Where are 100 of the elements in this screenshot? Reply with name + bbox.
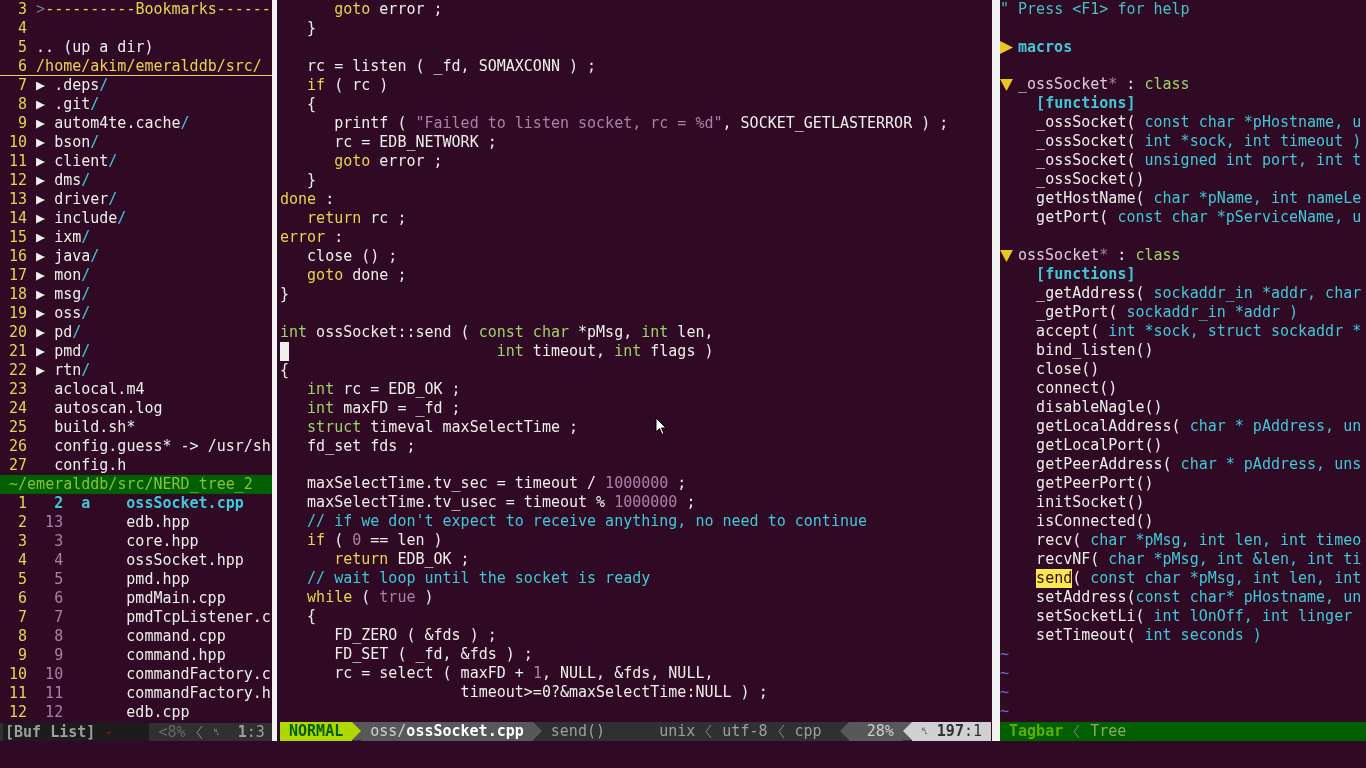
line-number: 9 — [17, 114, 28, 133]
buffer-status-letter: a — [81, 494, 91, 513]
buffer-name[interactable]: edb.hpp — [126, 513, 190, 532]
tag-name[interactable]: disableNagle() — [1036, 398, 1163, 417]
tag-name[interactable]: _ossSocket — [1036, 132, 1127, 152]
file-item[interactable]: config.guess* -> /usr/sh — [54, 437, 271, 456]
buffer-number: 11 — [44, 684, 64, 703]
tag-name[interactable]: isConnected() — [1036, 512, 1154, 531]
scroll-percent: 28% — [848, 722, 903, 741]
code-line: rc = EDB_NETWORK ; — [333, 132, 497, 152]
tag-name[interactable]: getLocalPort() — [1036, 436, 1163, 455]
tag-name[interactable]: setSocketLi — [1036, 607, 1136, 626]
tag-name[interactable]: getPeerAddress — [1036, 455, 1163, 474]
tag-name[interactable]: getLocalAddress — [1036, 417, 1172, 436]
tag-signature: ( int *sock, int timeout ) — [1126, 132, 1362, 152]
tag-name[interactable]: close() — [1036, 360, 1100, 379]
line-number: 14 — [8, 209, 28, 228]
folder-item[interactable]: ▶ dms/ — [36, 171, 91, 190]
parent-dir-item[interactable]: .. (up a dir) — [36, 38, 154, 57]
line-number: 15 — [8, 228, 28, 247]
tag-name[interactable]: _ossSocket() — [1036, 170, 1145, 190]
tag-name[interactable]: _ossSocket — [1036, 151, 1127, 171]
buffer-name[interactable]: commandFactory.h — [126, 684, 271, 703]
cursor-position: 1:3 — [236, 723, 266, 741]
file-encoding: utf-8 — [721, 722, 769, 741]
cursor-position: 197:1 — [936, 722, 982, 741]
filler-tilde: ~ — [1000, 702, 1010, 721]
folder-item[interactable]: ▶ oss/ — [36, 304, 91, 323]
buffer-number: 4 — [53, 551, 64, 570]
line-symbol: ␤ — [920, 727, 928, 736]
tag-signature: ( char * pAddress, uns — [1162, 455, 1362, 474]
tag-name[interactable]: recv — [1036, 531, 1073, 550]
tag-name[interactable]: recvNF — [1036, 550, 1091, 569]
buffer-name[interactable]: core.hpp — [126, 532, 199, 551]
buffer-name[interactable]: command.cpp — [126, 627, 226, 646]
folder-item[interactable]: ▶ autom4te.cache/ — [36, 114, 190, 133]
folder-item[interactable]: ▶ .git/ — [36, 95, 100, 114]
tag-name[interactable]: getHostName — [1036, 189, 1136, 209]
triangle-icon[interactable] — [1000, 77, 1013, 93]
folder-item[interactable]: ▶ pmd/ — [36, 342, 91, 361]
tag-name[interactable]: setAddress — [1036, 588, 1127, 607]
tag-name[interactable]: connect() — [1036, 379, 1118, 398]
folder-item[interactable]: ▶ .deps/ — [36, 76, 109, 95]
folder-item[interactable]: ▶ rtn/ — [36, 361, 91, 380]
buffer-name[interactable]: pmd.hpp — [126, 570, 190, 589]
file-item[interactable]: autoscan.log — [54, 399, 163, 418]
buffer-name[interactable]: command.hpp — [126, 646, 226, 665]
folder-item[interactable]: ▶ include/ — [36, 209, 127, 228]
folder-item[interactable]: ▶ java/ — [36, 247, 100, 266]
chevron-icon — [194, 723, 204, 741]
buffer-name[interactable]: edb.cpp — [126, 703, 190, 722]
buffer-name[interactable]: ossSocket.cpp — [126, 494, 244, 513]
buffer-name[interactable]: pmdTcpListener.c — [126, 608, 271, 627]
tag-name[interactable]: _getPort — [1036, 303, 1109, 322]
window-separator[interactable] — [991, 0, 1000, 741]
triangle-icon[interactable] — [1000, 248, 1013, 263]
class-header[interactable]: ossSocket* : class — [1018, 246, 1181, 265]
folder-item[interactable]: ▶ mon/ — [36, 266, 91, 285]
tag-name[interactable]: getPort — [1036, 208, 1100, 228]
line-number: 5 — [17, 570, 28, 589]
code-line: printf ( "Failed to listen socket, rc = %d", SOCKET_GETLASTERROR ) ; — [333, 113, 949, 133]
buffer-number: 13 — [44, 513, 64, 532]
buffer-name[interactable]: commandFactory.c — [126, 665, 271, 684]
section-label[interactable]: macros — [1018, 37, 1073, 57]
folder-item[interactable]: ▶ driver/ — [36, 190, 118, 209]
folder-item[interactable]: ▶ ixm/ — [36, 228, 91, 247]
chevron-icon — [776, 722, 786, 741]
buffer-name[interactable]: pmdMain.cpp — [126, 589, 226, 608]
file-item[interactable]: config.h — [54, 456, 127, 475]
code-line: int rc = EDB_OK ; — [306, 379, 461, 399]
folder-item[interactable]: ▶ msg/ — [36, 285, 91, 304]
code-line: } — [280, 284, 290, 304]
line-number: 24 — [8, 399, 28, 418]
tag-name[interactable]: _getAddress — [1036, 284, 1136, 303]
tag-name[interactable]: send — [1036, 569, 1073, 588]
file-item[interactable]: build.sh* — [54, 418, 136, 437]
buffer-number: 9 — [53, 646, 64, 665]
folder-item[interactable]: ▶ pd/ — [36, 323, 82, 342]
line-number: 17 — [8, 266, 28, 285]
triangle-icon[interactable] — [1000, 39, 1013, 55]
folder-item[interactable]: ▶ client/ — [36, 152, 118, 171]
tag-name[interactable]: initSocket() — [1036, 493, 1145, 512]
tag-signature: ( char *pMsg, int &len, int ti — [1090, 550, 1362, 569]
class-header[interactable]: _ossSocket* : class — [1018, 75, 1190, 95]
line-number: 11 — [8, 152, 28, 171]
window-separator[interactable] — [272, 0, 280, 741]
tag-name[interactable]: accept — [1036, 322, 1091, 341]
tag-name[interactable]: setTimeout — [1036, 626, 1127, 645]
folder-item[interactable]: ▶ bson/ — [36, 133, 100, 152]
code-line: maxSelectTime.tv_sec = timeout / 1000000 ; — [306, 474, 687, 494]
tag-signature: ( int *sock, struct sockaddr * — [1090, 322, 1362, 341]
file-item[interactable]: aclocal.m4 — [54, 380, 145, 399]
buffer-name[interactable]: ossSocket.hpp — [126, 551, 244, 570]
tag-name[interactable]: bind_listen() — [1036, 341, 1154, 360]
tag-name[interactable]: getPeerPort() — [1036, 474, 1154, 493]
tag-name[interactable]: _ossSocket — [1036, 113, 1127, 133]
code-line: { — [306, 607, 317, 627]
filler-tilde: ~ — [1000, 645, 1010, 664]
line-number: 18 — [8, 285, 28, 304]
line-number: 9 — [17, 646, 28, 665]
